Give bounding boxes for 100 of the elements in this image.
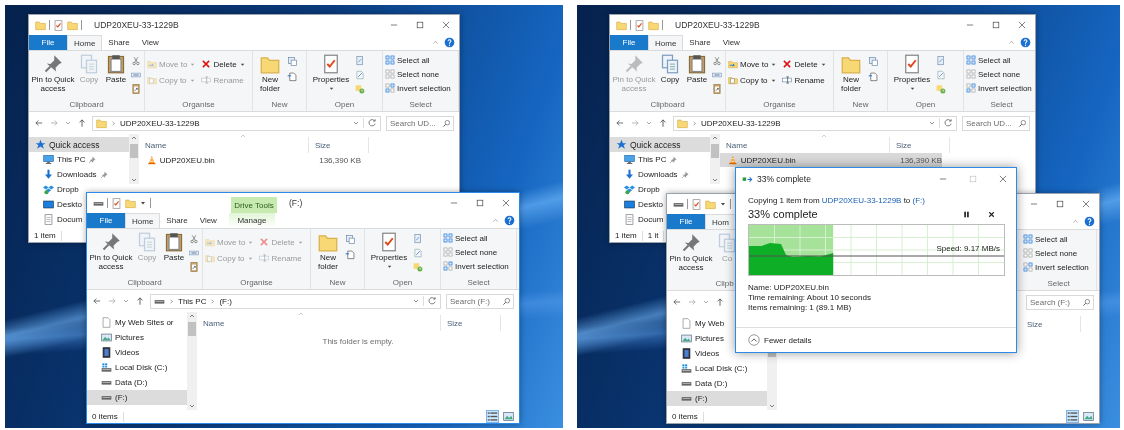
text-field-icon[interactable]: [189, 248, 199, 258]
open-icon[interactable]: [413, 234, 423, 244]
caret-icon[interactable]: [139, 199, 147, 207]
back-arrow-icon[interactable]: [615, 118, 625, 128]
caret-icon[interactable]: [719, 200, 727, 208]
ribbon-button[interactable]: Select none: [443, 247, 509, 257]
up-arrow-icon[interactable]: [135, 296, 145, 306]
scroll-down-icon[interactable]: [130, 176, 138, 184]
scroll-down-icon[interactable]: [768, 402, 776, 410]
nav-item[interactable]: Pictures: [667, 331, 726, 346]
list-view-icon[interactable]: [1067, 411, 1078, 422]
ribbon-tab[interactable]: Home: [648, 35, 684, 50]
breadcrumb[interactable]: This PC: [178, 296, 207, 306]
ribbon-button[interactable]: Pin to Quick access: [89, 232, 133, 271]
ribbon-button[interactable]: Select none: [1023, 248, 1089, 258]
breadcrumb[interactable]: UDP20XEU-33-1229B: [701, 118, 781, 128]
chevron-down-icon[interactable]: [352, 119, 360, 127]
ribbon-tab[interactable]: Home: [125, 213, 161, 228]
nav-item[interactable]: Data (D:): [87, 375, 150, 390]
nav-item[interactable]: This PC: [610, 152, 685, 167]
checkmark-document-icon[interactable]: [53, 19, 64, 31]
ribbon-button[interactable]: Paste: [684, 54, 710, 84]
search-field[interactable]: Search UD...: [962, 115, 1030, 131]
folder-icon[interactable]: [648, 19, 659, 31]
page-arrow-icon[interactable]: [868, 71, 879, 82]
scrollbar[interactable]: [710, 134, 720, 184]
ribbon-button[interactable]: Invert selection: [966, 83, 1032, 93]
edit-icon[interactable]: [936, 70, 946, 80]
column-header[interactable]: Size: [441, 315, 501, 331]
history-icon[interactable]: [355, 84, 365, 94]
checkmark-document-icon[interactable]: [634, 19, 645, 31]
chevron-down-icon[interactable]: [122, 297, 130, 305]
search-field[interactable]: Search UD...: [386, 115, 454, 131]
nav-item[interactable]: Videos: [667, 346, 722, 361]
ribbon-button[interactable]: Invert selection: [385, 83, 451, 93]
ribbon-button[interactable]: Delete: [201, 59, 246, 69]
edit-icon[interactable]: [355, 70, 365, 80]
clipboard-icon[interactable]: [712, 84, 722, 94]
ribbon-button[interactable]: New folder: [836, 54, 866, 93]
destination-link[interactable]: (F:): [912, 196, 925, 205]
help-icon[interactable]: [1084, 216, 1095, 227]
ribbon-tab[interactable]: File: [87, 213, 125, 228]
ribbon-button[interactable]: Properties: [890, 54, 934, 92]
ribbon-button[interactable]: Pin to Quick access: [669, 233, 713, 272]
ribbon-button[interactable]: Pin to Quick access: [31, 54, 75, 93]
scrollbar-thumb[interactable]: [188, 322, 196, 336]
folder-icon[interactable]: [35, 19, 46, 31]
refresh-icon[interactable]: [943, 118, 953, 128]
scroll-up-icon[interactable]: [711, 134, 719, 142]
back-arrow-icon[interactable]: [34, 118, 44, 128]
breadcrumb[interactable]: (F:): [219, 296, 232, 306]
chevron-right-icon[interactable]: [110, 119, 117, 127]
address-bar[interactable]: This PC (F:): [150, 293, 441, 309]
help-icon[interactable]: [1020, 37, 1031, 48]
nav-item[interactable]: Local Disk (C:): [667, 361, 750, 376]
nav-item[interactable]: My Web: [667, 316, 727, 331]
new-item-icon[interactable]: [287, 56, 298, 67]
scroll-down-icon[interactable]: [188, 402, 196, 410]
forward-arrow-icon[interactable]: [687, 297, 697, 307]
scrollbar[interactable]: [187, 312, 197, 410]
clipboard-icon[interactable]: [131, 84, 141, 94]
help-icon[interactable]: [504, 215, 515, 226]
forward-arrow-icon[interactable]: [107, 296, 117, 306]
checkmark-document-icon[interactable]: [691, 198, 702, 210]
nav-item[interactable]: Local Disk (C:): [87, 360, 170, 375]
nav-item[interactable]: Pictures: [87, 330, 146, 345]
fewer-details-button[interactable]: Fewer details: [748, 334, 812, 346]
scissors-icon[interactable]: [189, 234, 199, 244]
file-row[interactable]: UDP20XEU.bin 136,390 KB: [720, 153, 942, 167]
ribbon-button[interactable]: Select none: [385, 69, 451, 79]
picture-view-icon[interactable]: [1083, 411, 1094, 422]
ribbon-button[interactable]: Rename: [782, 75, 827, 85]
scroll-up-icon[interactable]: [188, 312, 196, 320]
folder-icon[interactable]: [616, 19, 627, 31]
forward-arrow-icon[interactable]: [630, 118, 640, 128]
file-row[interactable]: UDP20XEU.bin 136,390 KB: [139, 153, 361, 167]
checkmark-document-icon[interactable]: [111, 197, 122, 209]
source-link[interactable]: UDP20XEU-33-1229B: [821, 196, 902, 205]
ribbon-tab[interactable]: File: [29, 35, 67, 50]
ribbon-button[interactable]: Delete: [782, 59, 827, 69]
ribbon-button[interactable]: Select none: [966, 69, 1032, 79]
scroll-up-icon[interactable]: [130, 134, 138, 142]
column-header[interactable]: Name: [197, 315, 441, 331]
chevron-right-icon[interactable]: [168, 297, 175, 305]
scrollbar-thumb[interactable]: [130, 144, 138, 158]
edit-icon[interactable]: [413, 248, 423, 258]
new-item-icon[interactable]: [345, 234, 356, 245]
ribbon-button[interactable]: Properties: [309, 54, 353, 92]
column-header[interactable]: Name: [139, 137, 309, 153]
scissors-icon[interactable]: [712, 56, 722, 66]
chevron-right-icon[interactable]: [209, 297, 217, 305]
nav-item[interactable]: (F:): [667, 391, 767, 406]
ribbon-button[interactable]: Select all: [966, 55, 1032, 65]
collapse-ribbon-icon[interactable]: [431, 38, 440, 47]
page-arrow-icon[interactable]: [287, 71, 298, 82]
picture-view-icon[interactable]: [503, 411, 514, 422]
text-field-icon[interactable]: [712, 70, 722, 80]
folder-icon[interactable]: [67, 19, 78, 31]
ribbon-tab[interactable]: View: [193, 213, 223, 228]
ribbon-button[interactable]: Invert selection: [1023, 262, 1089, 272]
